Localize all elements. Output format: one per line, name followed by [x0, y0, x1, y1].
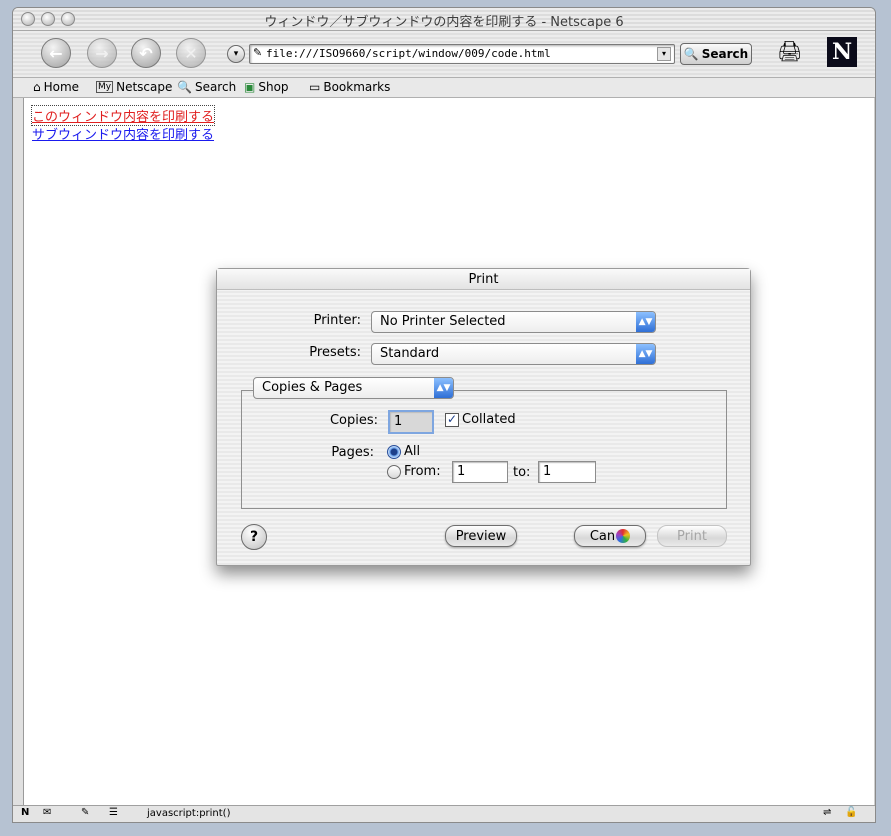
navigation-toolbar: ← → ↶ ✕ ▾ ✎ file:///ISO9660/script/windo…	[13, 31, 875, 78]
help-icon: ?	[249, 529, 259, 545]
url-field[interactable]: ✎ file:///ISO9660/script/window/009/code…	[249, 44, 675, 64]
composer-icon[interactable]: ✎	[81, 807, 89, 818]
search-button-label: Search	[701, 47, 749, 61]
page-proxy-icon[interactable]: ✎	[253, 46, 262, 59]
presets-popup[interactable]: Standard ▲▼	[371, 343, 656, 365]
home-label: Home	[43, 80, 80, 94]
presets-value: Standard	[380, 346, 440, 361]
popup-arrows-icon: ▲▼	[434, 378, 453, 398]
copies-label: Copies:	[329, 413, 378, 428]
url-text: file:///ISO9660/script/window/009/code.h…	[266, 47, 551, 60]
bookmarks-menu[interactable]: ▭ Bookmarks	[309, 80, 390, 94]
busy-spinner-icon	[616, 529, 631, 543]
from-page-value: 1	[457, 464, 466, 479]
address-book-icon[interactable]: ☰	[109, 807, 118, 818]
section-value: Copies & Pages	[262, 380, 363, 395]
back-arrow-icon: ←	[49, 43, 63, 63]
dialog-title-bar: Print	[217, 269, 750, 290]
reload-button[interactable]: ↶	[131, 38, 161, 68]
bookmarks-label: Bookmarks	[323, 80, 391, 94]
shop-label: Shop	[258, 80, 289, 94]
print-icon[interactable]: 🖨	[777, 39, 805, 63]
printer-label: Printer:	[313, 313, 361, 328]
shop-icon: ▣	[244, 80, 256, 94]
printer-popup[interactable]: No Printer Selected ▲▼	[371, 311, 656, 333]
cancel-label: Can	[589, 528, 616, 544]
back-button[interactable]: ←	[41, 38, 71, 68]
search-link[interactable]: 🔍 Search	[177, 80, 236, 94]
section-popup[interactable]: Copies & Pages ▲▼	[253, 377, 454, 399]
print-label: Print	[677, 528, 707, 544]
stop-icon: ✕	[184, 43, 198, 63]
url-history-icon[interactable]: ▾	[657, 47, 671, 61]
netscape-logo[interactable]: N	[827, 37, 857, 67]
status-text: javascript:print()	[147, 808, 231, 819]
forward-button[interactable]: →	[87, 38, 117, 68]
search-button[interactable]: 🔍 Search	[680, 43, 752, 65]
bookmarks-icon: ▭	[309, 80, 321, 94]
window-title: ウィンドウ／サブウィンドウの内容を印刷する - Netscape 6	[264, 15, 624, 30]
preview-button[interactable]: Preview	[445, 525, 517, 547]
status-bar: N ✉ ✎ ☰ javascript:print() ⇌ 🔓	[13, 805, 875, 822]
copies-value: 1	[394, 414, 403, 429]
sidebar-grippy[interactable]	[13, 98, 23, 805]
cancel-button[interactable]: Can	[574, 525, 646, 547]
help-button[interactable]: ?	[241, 524, 267, 550]
copies-field[interactable]: 1	[388, 410, 434, 434]
stop-button[interactable]: ✕	[176, 38, 206, 68]
magnifier-icon: 🔍	[683, 47, 699, 61]
collated-checkbox[interactable]: ✓	[445, 413, 459, 427]
title-bar: ウィンドウ／サブウィンドウの内容を印刷する - Netscape 6	[13, 8, 875, 31]
pages-all-radio[interactable]	[387, 445, 401, 459]
pages-label: Pages:	[331, 445, 374, 460]
my-netscape-icon: My	[96, 81, 114, 93]
chevron-down-icon: ▾	[233, 49, 239, 59]
from-page-field[interactable]: 1	[452, 461, 508, 483]
print-button[interactable]: Print	[657, 525, 727, 547]
search-label: Search	[194, 80, 237, 94]
url-dropdown-button[interactable]: ▾	[227, 45, 245, 63]
to-label: to:	[513, 465, 531, 480]
pages-from-radio[interactable]	[387, 465, 401, 479]
reload-icon: ↶	[139, 43, 153, 63]
dialog-title: Print	[468, 272, 499, 287]
presets-label: Presets:	[309, 345, 361, 360]
security-lock-icon[interactable]: 🔓	[845, 807, 857, 818]
mail-icon[interactable]: ✉	[43, 807, 51, 818]
preview-label: Preview	[455, 528, 507, 544]
personal-toolbar: ⌂ Home My Netscape 🔍 Search ▣ Shop ▭ Boo…	[13, 78, 875, 98]
to-page-value: 1	[543, 464, 552, 479]
print-this-window-link[interactable]: このウィンドウ内容を印刷する	[30, 105, 216, 126]
copies-pages-group: Copies: 1 ✓ Collated Pages: All From: 1 …	[241, 390, 727, 509]
popup-arrows-icon: ▲▼	[636, 312, 655, 332]
shop-link[interactable]: ▣ Shop	[244, 80, 289, 94]
navigator-icon[interactable]: N	[21, 807, 29, 818]
pages-all-label: All	[404, 444, 421, 459]
collated-label: Collated	[462, 412, 516, 427]
online-status-icon[interactable]: ⇌	[823, 807, 831, 818]
my-netscape-link[interactable]: My Netscape	[96, 80, 172, 94]
home-icon: ⌂	[33, 80, 41, 94]
print-subwindow-link[interactable]: サブウィンドウ内容を印刷する	[32, 124, 214, 143]
to-page-field[interactable]: 1	[538, 461, 596, 483]
home-link[interactable]: ⌂ Home	[33, 80, 79, 94]
print-dialog: Print Printer: No Printer Selected ▲▼ Pr…	[216, 268, 751, 566]
printer-value: No Printer Selected	[380, 314, 506, 329]
pages-from-label: From:	[404, 464, 441, 479]
popup-arrows-icon: ▲▼	[636, 344, 655, 364]
search-icon: 🔍	[177, 80, 192, 94]
forward-arrow-icon: →	[95, 43, 109, 63]
netscape-label: Netscape	[116, 80, 173, 94]
